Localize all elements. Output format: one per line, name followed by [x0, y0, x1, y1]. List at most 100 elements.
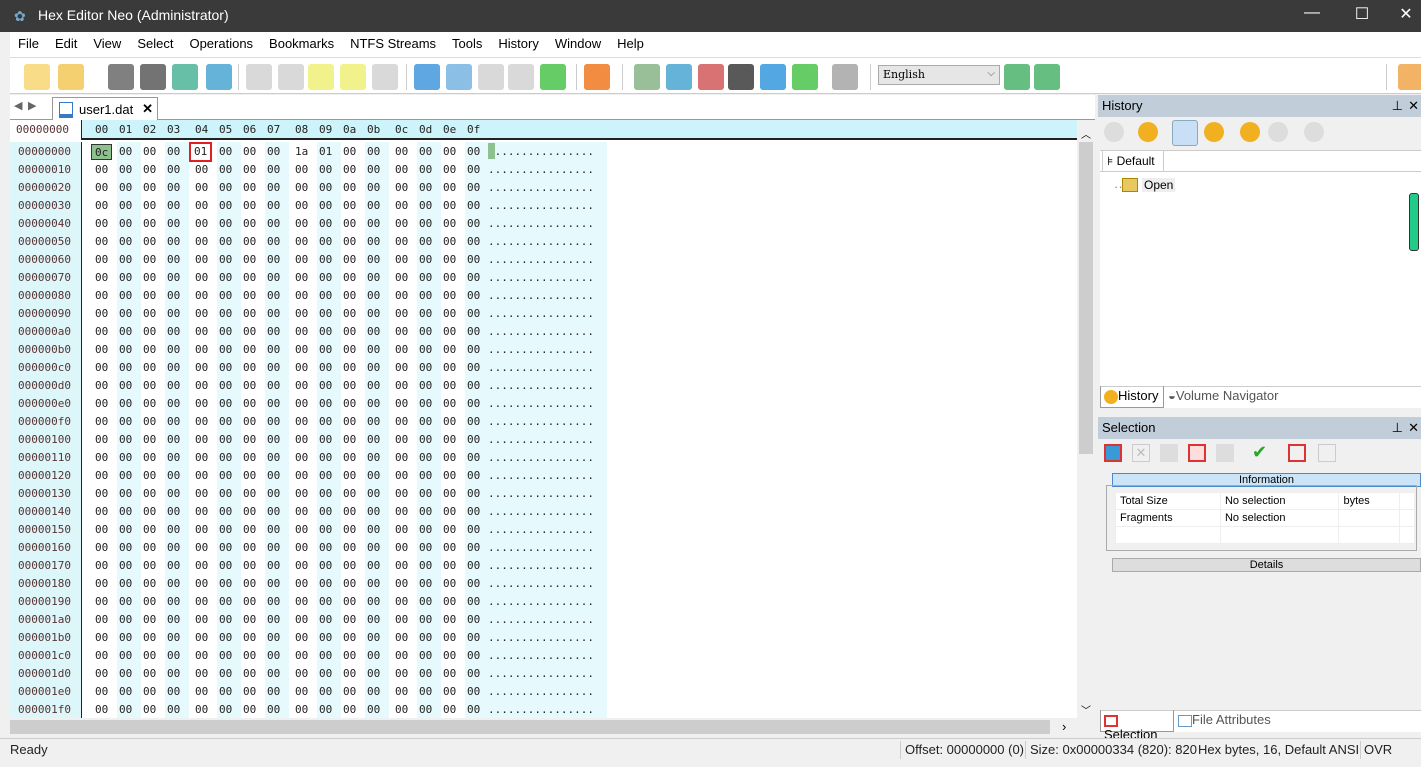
hex-byte[interactable]: 00	[95, 468, 108, 484]
hex-byte[interactable]: 00	[395, 252, 408, 268]
hex-byte[interactable]: 00	[267, 252, 280, 268]
hex-byte[interactable]: 00	[343, 702, 356, 718]
hex-byte[interactable]: 00	[219, 702, 232, 718]
hex-byte[interactable]: 00	[367, 630, 380, 646]
hex-byte[interactable]: 00	[419, 612, 432, 628]
hex-byte[interactable]: 00	[343, 252, 356, 268]
hex-byte[interactable]: 00	[395, 684, 408, 700]
hex-byte[interactable]: 00	[243, 396, 256, 412]
hex-byte[interactable]: 00	[95, 378, 108, 394]
hex-byte[interactable]: 00	[119, 198, 132, 214]
hex-byte[interactable]: 00	[167, 594, 180, 610]
hex-byte[interactable]: 00	[443, 360, 456, 376]
hex-byte[interactable]: 00	[343, 288, 356, 304]
hex-byte[interactable]: 00	[319, 450, 332, 466]
hex-byte[interactable]: 00	[295, 270, 308, 286]
hex-byte[interactable]: 00	[443, 486, 456, 502]
hex-byte[interactable]: 00	[167, 648, 180, 664]
hex-byte[interactable]: 00	[243, 432, 256, 448]
hex-byte[interactable]: 00	[343, 180, 356, 196]
paste-special-icon[interactable]	[372, 64, 398, 90]
hex-byte[interactable]: 00	[419, 288, 432, 304]
hex-byte[interactable]: 00	[143, 396, 156, 412]
hex-byte[interactable]: 00	[167, 288, 180, 304]
hex-byte[interactable]: 00	[319, 180, 332, 196]
minimize-button[interactable]: —	[1292, 4, 1332, 28]
hex-byte[interactable]: 00	[295, 162, 308, 178]
hex-byte[interactable]: 00	[219, 666, 232, 682]
hex-byte[interactable]: 00	[95, 396, 108, 412]
add-language-icon[interactable]	[1004, 64, 1030, 90]
hex-byte[interactable]: 00	[395, 180, 408, 196]
hex-byte[interactable]: 00	[319, 306, 332, 322]
redo-icon[interactable]	[278, 64, 304, 90]
hex-byte[interactable]: 00	[195, 522, 208, 538]
hex-byte[interactable]: 00	[167, 252, 180, 268]
hex-byte[interactable]: 00	[295, 342, 308, 358]
tab-file-attributes[interactable]: File Attributes	[1178, 712, 1271, 727]
hex-byte[interactable]: 00	[419, 522, 432, 538]
ascii-text[interactable]: ................	[488, 558, 594, 574]
hex-byte[interactable]: 00	[367, 612, 380, 628]
hex-byte[interactable]: 00	[219, 468, 232, 484]
ascii-text[interactable]: ................	[488, 648, 594, 664]
hex-byte[interactable]: 00	[243, 162, 256, 178]
hex-byte[interactable]: 00	[395, 342, 408, 358]
hex-byte[interactable]: 00	[419, 576, 432, 592]
ascii-text[interactable]: ................	[488, 198, 594, 214]
hex-byte[interactable]: 00	[219, 576, 232, 592]
hex-byte[interactable]: 00	[395, 270, 408, 286]
hex-byte[interactable]: 00	[467, 558, 480, 574]
hex-byte[interactable]: 00	[95, 216, 108, 232]
hex-byte[interactable]: 00	[195, 378, 208, 394]
paste-icon[interactable]	[340, 64, 366, 90]
hex-byte[interactable]: 00	[267, 306, 280, 322]
hex-byte[interactable]: 00	[219, 162, 232, 178]
history-linear-view-icon[interactable]	[1172, 120, 1198, 146]
details-header[interactable]: Details	[1112, 558, 1421, 572]
hex-byte[interactable]: 00	[143, 324, 156, 340]
hex-byte[interactable]: 00	[143, 684, 156, 700]
hex-byte[interactable]: 00	[419, 468, 432, 484]
ascii-text[interactable]: ................	[488, 594, 594, 610]
hex-byte[interactable]: 00	[295, 702, 308, 718]
scroll-thumb[interactable]	[1079, 142, 1093, 454]
deselect-icon[interactable]: ✕	[1132, 444, 1150, 462]
hex-byte[interactable]: 00	[443, 162, 456, 178]
hex-byte[interactable]: 00	[143, 144, 156, 160]
hex-byte[interactable]: 00	[95, 648, 108, 664]
hex-byte[interactable]: 00	[195, 252, 208, 268]
hex-byte[interactable]: 00	[167, 630, 180, 646]
hex-byte[interactable]: 00	[167, 396, 180, 412]
hex-byte[interactable]: 00	[395, 414, 408, 430]
menu-bookmarks[interactable]: Bookmarks	[261, 32, 342, 51]
close-panel-icon[interactable]: ✕	[1408, 420, 1419, 436]
hex-byte[interactable]: 00	[95, 180, 108, 196]
hex-byte[interactable]: 00	[95, 342, 108, 358]
hex-byte[interactable]: 00	[267, 396, 280, 412]
hex-byte[interactable]: 00	[343, 162, 356, 178]
hex-byte[interactable]: 00	[319, 324, 332, 340]
hex-byte[interactable]: 00	[243, 252, 256, 268]
hex-byte[interactable]: 00	[243, 486, 256, 502]
menu-file[interactable]: File	[10, 32, 47, 51]
hex-byte[interactable]: 00	[219, 180, 232, 196]
hex-byte[interactable]: 00	[219, 378, 232, 394]
select-block-icon[interactable]	[1216, 444, 1234, 462]
hex-byte[interactable]: 00	[367, 180, 380, 196]
hex-byte[interactable]: 00	[319, 630, 332, 646]
pin-icon[interactable]: ⊥	[1392, 420, 1403, 436]
hex-byte[interactable]: 00	[343, 324, 356, 340]
hex-byte[interactable]: 00	[243, 576, 256, 592]
hex-byte[interactable]: 00	[95, 432, 108, 448]
hex-byte[interactable]: 00	[343, 378, 356, 394]
hex-byte[interactable]: 00	[443, 594, 456, 610]
hex-byte[interactable]: 00	[143, 432, 156, 448]
menu-operations[interactable]: Operations	[181, 32, 261, 51]
hex-byte[interactable]: 00	[367, 234, 380, 250]
hex-byte[interactable]: 00	[195, 486, 208, 502]
history-slider[interactable]	[1409, 193, 1419, 251]
hex-byte[interactable]: 00	[419, 630, 432, 646]
hex-byte[interactable]: 00	[243, 594, 256, 610]
hex-byte[interactable]: 00	[243, 378, 256, 394]
